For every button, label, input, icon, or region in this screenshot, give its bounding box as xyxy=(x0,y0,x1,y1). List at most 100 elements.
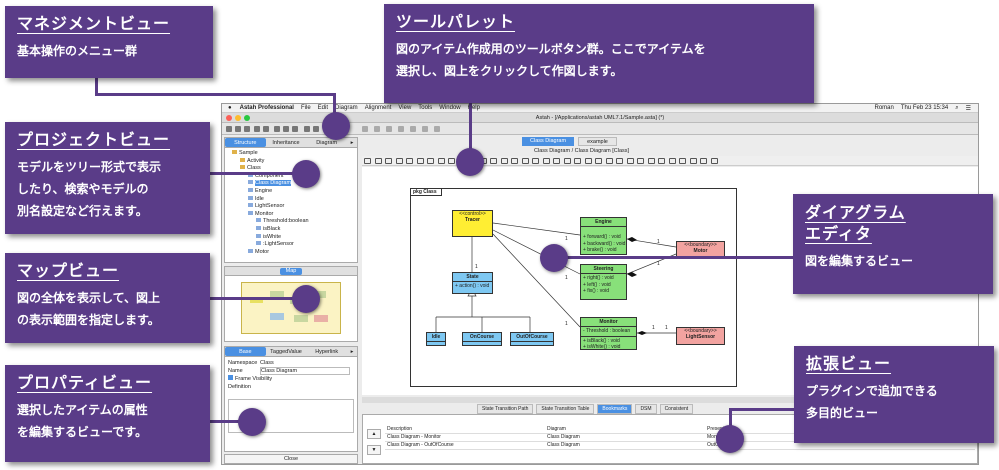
palette-tool-icon[interactable] xyxy=(511,158,518,164)
close-button[interactable]: Close xyxy=(224,454,358,464)
menu-app[interactable]: Astah Professional xyxy=(240,105,294,111)
tab-base[interactable]: Base xyxy=(225,347,266,356)
menu-alignment[interactable]: Alignment xyxy=(365,105,392,111)
menu-edit[interactable]: Edit xyxy=(318,105,328,111)
class-state[interactable]: State + action() : void xyxy=(452,272,493,294)
line-color-icon[interactable] xyxy=(386,126,392,132)
tree-item[interactable]: Threshold:boolean xyxy=(228,218,354,226)
font-color-icon[interactable] xyxy=(362,126,368,132)
group-icon[interactable] xyxy=(422,126,428,132)
class-oncourse[interactable]: OnCourse xyxy=(462,332,502,346)
tree-item[interactable]: Idle xyxy=(228,195,354,204)
back-icon[interactable] xyxy=(304,126,310,132)
tree-item[interactable]: Activity xyxy=(228,157,354,166)
tab-taggedvalue[interactable]: TaggedValue xyxy=(266,347,307,356)
fill-color-icon[interactable] xyxy=(374,126,380,132)
palette-tool-icon[interactable] xyxy=(616,158,623,164)
palette-tool-icon[interactable] xyxy=(364,158,371,164)
menu-tools[interactable]: Tools xyxy=(418,105,432,111)
palette-tool-icon[interactable] xyxy=(521,158,529,164)
class-lightsensor[interactable]: <<boundary>> LightSensor xyxy=(676,327,725,345)
tab-extension[interactable]: DSM xyxy=(635,404,657,414)
line-style-icon[interactable] xyxy=(398,126,404,132)
menu-view[interactable]: View xyxy=(398,105,411,111)
palette-tool-icon[interactable] xyxy=(427,158,434,164)
name-field[interactable]: Class Diagram xyxy=(260,367,350,375)
palette-tool-icon[interactable] xyxy=(406,158,413,164)
map-preview[interactable] xyxy=(241,282,341,334)
tab-hyperlink[interactable]: Hyperlink xyxy=(306,347,347,356)
tree-item[interactable]: Monitor xyxy=(228,210,354,219)
palette-tool-icon[interactable] xyxy=(490,158,497,164)
palette-tool-icon[interactable] xyxy=(658,158,665,164)
palette-tool-icon[interactable] xyxy=(584,158,592,164)
zoom-in-icon[interactable] xyxy=(274,126,280,132)
zoom-out-icon[interactable] xyxy=(283,126,289,132)
tree-item[interactable]: LightSensor xyxy=(228,203,354,211)
zoom-fit-icon[interactable] xyxy=(292,126,298,132)
more-tools-icon[interactable] xyxy=(434,126,440,132)
tree-item[interactable]: Sample xyxy=(228,150,354,158)
class-idle[interactable]: Idle xyxy=(426,332,446,346)
tree-item[interactable]: Class Diagram xyxy=(228,180,354,188)
palette-tool-icon[interactable] xyxy=(416,158,424,164)
class-tracer[interactable]: <<control>> Tracer xyxy=(452,210,493,237)
open-icon[interactable] xyxy=(235,126,241,132)
apple-icon[interactable]: ● xyxy=(228,105,232,111)
frame-visibility-checkbox[interactable] xyxy=(228,375,233,380)
class-monitor[interactable]: Monitor - Threshold : boolean + isBlack(… xyxy=(580,317,637,350)
tab-diagram[interactable]: Diagram xyxy=(306,138,347,147)
input-source[interactable]: Roman xyxy=(875,105,894,111)
tabs-more-icon[interactable]: ▸ xyxy=(347,138,357,147)
redo-icon[interactable] xyxy=(263,126,269,132)
class-steering[interactable]: Steering + right() : void + left() : voi… xyxy=(580,264,627,300)
class-engine[interactable]: Engine + forward() : void + backward() :… xyxy=(580,217,627,255)
palette-tool-icon[interactable] xyxy=(647,158,655,164)
palette-tool-icon[interactable] xyxy=(374,158,382,164)
tab-example[interactable]: example xyxy=(578,137,617,146)
palette-tool-icon[interactable] xyxy=(595,158,602,164)
menu-file[interactable]: File xyxy=(301,105,311,111)
tree-item[interactable]: isWhite xyxy=(228,233,354,242)
close-window-icon[interactable] xyxy=(226,115,232,121)
tree-item[interactable]: :LightSensor xyxy=(228,241,354,249)
palette-tool-icon[interactable] xyxy=(553,158,560,164)
palette-tool-icon[interactable] xyxy=(689,158,697,164)
tab-map[interactable]: Map xyxy=(280,268,302,275)
palette-tool-icon[interactable] xyxy=(710,158,718,164)
palette-tool-icon[interactable] xyxy=(437,158,445,164)
palette-tool-icon[interactable] xyxy=(532,158,539,164)
minimize-window-icon[interactable] xyxy=(235,115,241,121)
palette-tool-icon[interactable] xyxy=(605,158,613,164)
new-icon[interactable] xyxy=(226,126,232,132)
menu-diagram[interactable]: Diagram xyxy=(335,105,358,111)
palette-tool-icon[interactable] xyxy=(395,158,403,164)
search-icon[interactable]: ⌕ xyxy=(955,105,958,112)
palette-tool-icon[interactable] xyxy=(637,158,644,164)
tree-item[interactable]: Engine xyxy=(228,187,354,196)
tab-structure[interactable]: Structure xyxy=(225,138,266,147)
tab-extension[interactable]: Bookmarks xyxy=(597,404,633,414)
tab-extension[interactable]: Consistent xyxy=(659,404,694,414)
palette-tool-icon[interactable] xyxy=(448,158,455,164)
tab-inheritance[interactable]: Inheritance xyxy=(266,138,307,147)
tab-extension[interactable]: State Transition Path xyxy=(477,404,534,414)
palette-tool-icon[interactable] xyxy=(574,158,581,164)
palette-tool-icon[interactable] xyxy=(668,158,676,164)
zoom-window-icon[interactable] xyxy=(244,115,250,121)
tree-item[interactable]: isBlack xyxy=(228,225,354,234)
palette-tool-icon[interactable] xyxy=(626,158,634,164)
palette-tool-icon[interactable] xyxy=(563,158,571,164)
palette-tool-icon[interactable] xyxy=(542,158,550,164)
palette-tool-icon[interactable] xyxy=(385,158,392,164)
undo-icon[interactable] xyxy=(254,126,260,132)
bookmark-up-button[interactable]: ▲ xyxy=(367,429,381,439)
save-icon[interactable] xyxy=(244,126,250,132)
palette-tool-icon[interactable] xyxy=(700,158,707,164)
align-icon[interactable] xyxy=(410,126,416,132)
tab-class-diagram[interactable]: Class Diagram xyxy=(522,137,575,146)
palette-tool-icon[interactable] xyxy=(500,158,508,164)
class-outofcourse[interactable]: OutOfCourse xyxy=(510,332,554,346)
menu-window[interactable]: Window xyxy=(439,105,460,111)
tree-item[interactable]: Motor xyxy=(228,248,354,257)
